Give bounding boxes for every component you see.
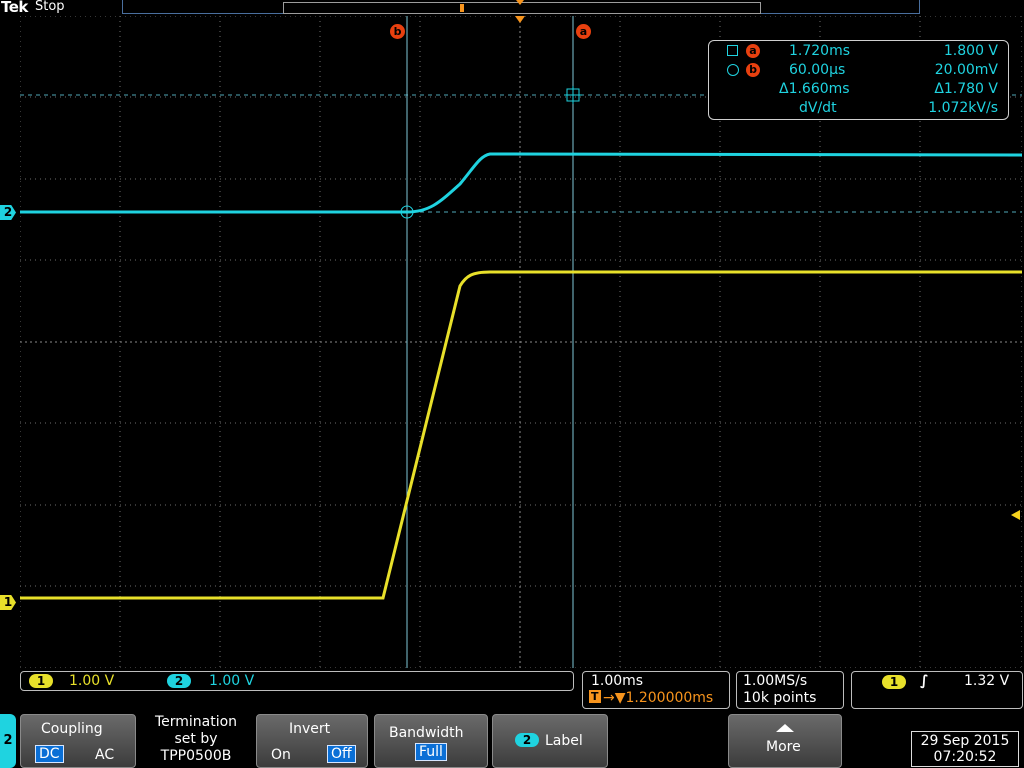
dvdt-value: 1.072kV/s — [928, 100, 998, 116]
status-row: 1 1.00 V 2 1.00 V 1.00ms T →▼1.200000ms … — [0, 670, 1024, 710]
termination-line1: Termination — [154, 714, 238, 730]
acquisition-state: Stop — [35, 0, 65, 14]
delta-time: Δ1.660ms — [779, 81, 850, 97]
label-channel-badge: 2 — [515, 733, 539, 747]
date-time: 29 Sep 2015 07:20:52 — [911, 731, 1019, 767]
cursor-a-badge: a — [746, 44, 760, 58]
coupling-title: Coupling — [41, 721, 103, 737]
coupling-button[interactable]: Coupling DC AC — [20, 714, 136, 768]
delta-voltage: Δ1.780 V — [934, 81, 998, 97]
trigger-level: 1.32 V — [964, 673, 1010, 689]
sample-rate: 1.00MS/s — [743, 673, 808, 689]
cursor-readout: a 1.720ms 1.800 V b 60.00µs 20.00mV Δ1.6… — [708, 40, 1009, 120]
timebase: 1.00ms — [591, 673, 644, 689]
ch1-scale: 1.00 V — [69, 673, 115, 689]
readout-row-b: b 60.00µs 20.00mV — [709, 62, 1008, 80]
vertical-scale-box[interactable]: 1 1.00 V 2 1.00 V — [20, 671, 574, 691]
bandwidth-value: Full — [415, 743, 447, 761]
horizontal-box[interactable]: 1.00ms T →▼1.200000ms — [582, 671, 730, 709]
channel-menu-tab[interactable]: 2 — [0, 714, 16, 768]
trigger-box[interactable]: 1 ∫ 1.32 V — [851, 671, 1023, 709]
trigger-source-badge: 1 — [882, 675, 906, 689]
readout-row-delta: Δ1.660ms Δ1.780 V — [709, 81, 1008, 99]
invert-title: Invert — [289, 721, 331, 737]
bandwidth-button[interactable]: Bandwidth Full — [374, 714, 488, 768]
more-text: More — [766, 739, 801, 755]
brand-logo: Tek — [1, 0, 28, 16]
cursor-b-time: 60.00µs — [789, 62, 846, 78]
square-icon — [727, 45, 738, 56]
up-arrow-icon — [776, 724, 794, 732]
more-button[interactable]: More — [728, 714, 842, 768]
coupling-dc-option[interactable]: DC — [35, 745, 64, 763]
ch1-badge: 1 — [29, 674, 53, 688]
top-status-bar: Tek Stop — [0, 0, 1024, 16]
cursor-b-voltage: 20.00mV — [934, 62, 998, 78]
trigger-position-icon — [515, 16, 525, 23]
ch2-waveform — [20, 152, 1022, 214]
acquisition-box[interactable]: 1.00MS/s 10k points — [736, 671, 844, 709]
record-length: 10k points — [743, 690, 817, 706]
trigger-delay: →▼1.200000ms — [603, 690, 714, 706]
cursor-b-marker[interactable]: b — [390, 24, 405, 39]
ch2-ground-marker[interactable]: 2 — [0, 205, 16, 220]
termination-line3: TPP0500B — [160, 748, 232, 764]
ch1-ground-marker[interactable]: 1 — [0, 595, 16, 610]
record-trigger-icon — [460, 4, 464, 12]
label-text: Label — [545, 733, 583, 749]
coupling-ac-option[interactable]: AC — [95, 747, 114, 763]
cursor-a-time: 1.720ms — [789, 43, 851, 59]
rising-edge-icon: ∫ — [920, 673, 929, 689]
termination-line2: set by — [174, 731, 218, 747]
label-button[interactable]: 2 Label — [492, 714, 608, 768]
ch1-waveform — [20, 270, 1022, 600]
record-position-icon — [516, 0, 524, 5]
invert-button[interactable]: Invert On Off — [256, 714, 368, 768]
readout-row-dvdt: dV/dt 1.072kV/s — [709, 100, 1008, 118]
invert-on-option[interactable]: On — [271, 747, 291, 763]
cursor-b-badge: b — [746, 63, 760, 77]
dvdt-label: dV/dt — [799, 100, 837, 116]
trigger-pos-icon: T — [589, 690, 601, 703]
time: 07:20:52 — [933, 749, 997, 765]
bottom-menu: 2 Coupling DC AC Termination set by TPP0… — [0, 712, 1024, 768]
cursor-a-marker[interactable]: a — [576, 24, 591, 39]
trigger-level-icon[interactable] — [1011, 510, 1020, 520]
circle-icon — [727, 64, 739, 76]
ch2-badge: 2 — [167, 674, 191, 688]
invert-off-option[interactable]: Off — [327, 745, 356, 763]
cursor-a-voltage: 1.800 V — [943, 43, 998, 59]
termination-info: Termination set by TPP0500B — [138, 714, 254, 768]
ch2-scale: 1.00 V — [209, 673, 255, 689]
date: 29 Sep 2015 — [920, 733, 1010, 749]
bandwidth-title: Bandwidth — [389, 725, 464, 741]
readout-row-a: a 1.720ms 1.800 V — [709, 43, 1008, 61]
